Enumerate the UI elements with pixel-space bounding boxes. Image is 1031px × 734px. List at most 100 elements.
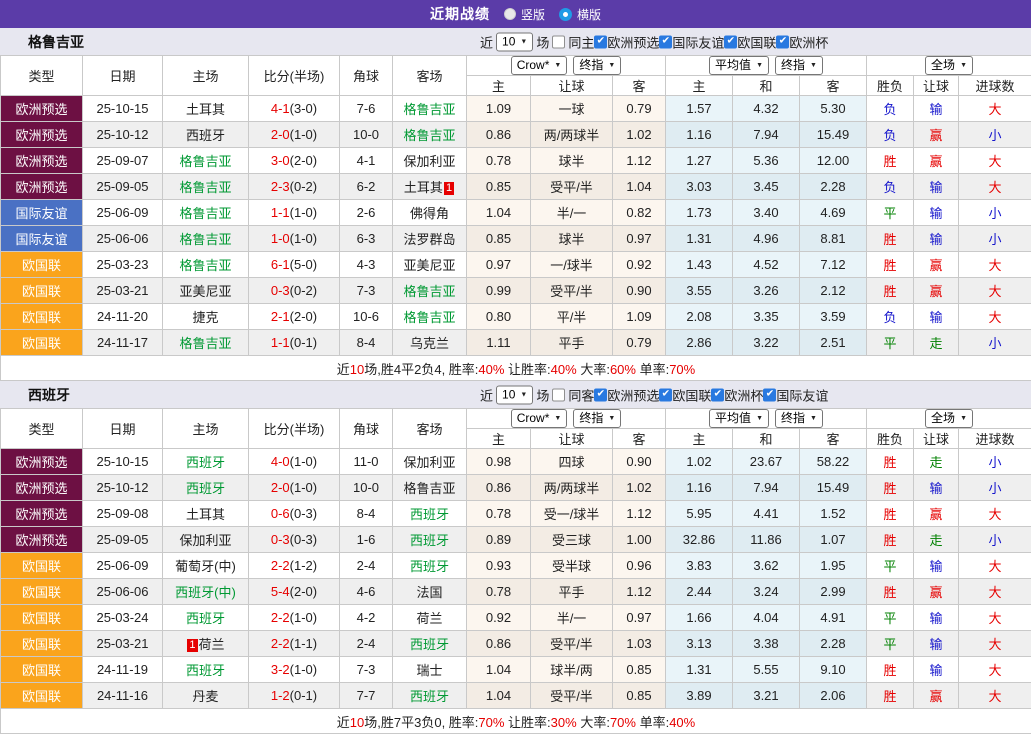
final-index-select[interactable]: 终指▼	[573, 409, 621, 428]
away-team-cell: 西班牙	[393, 553, 467, 579]
handicap-home-odds: 0.85	[467, 174, 531, 200]
same-venue-checkbox[interactable]	[552, 388, 565, 401]
average-select[interactable]: 平均值▼	[709, 56, 769, 75]
filter-controls: 近10▼场同主✔欧洲预选✔国际友谊✔欧国联✔欧洲杯	[480, 32, 828, 51]
home-team-cell: 西班牙(中)	[163, 579, 249, 605]
away-team-name: 保加利亚	[403, 455, 455, 470]
handicap-odds-group-header: Crow*▼ 终指▼	[467, 409, 666, 429]
home-team-name: 西班牙(中)	[175, 585, 236, 600]
col-header: 客场	[393, 56, 467, 96]
league-filter-checkbox[interactable]: ✔	[724, 35, 737, 48]
fulltime-score: 0-3	[271, 283, 290, 298]
team-name: 格鲁吉亚	[28, 32, 84, 52]
period-select[interactable]: 全场▼	[925, 409, 973, 428]
corners-cell: 8-4	[340, 501, 393, 527]
fulltime-score: 2-0	[271, 480, 290, 495]
recent-count-select[interactable]: 10▼	[496, 385, 533, 404]
result-handicap: 输	[914, 96, 959, 122]
odds-home: 3.03	[666, 174, 733, 200]
handicap-line: 受一/球半	[531, 501, 613, 527]
result-handicap: 赢	[914, 122, 959, 148]
summary-segment: 让胜率:	[504, 362, 550, 377]
same-venue-checkbox[interactable]	[552, 35, 565, 48]
odds-home: 3.83	[666, 553, 733, 579]
final-index-select[interactable]: 终指▼	[775, 409, 823, 428]
odds-draw: 3.35	[733, 304, 800, 330]
home-team-cell: 保加利亚	[163, 527, 249, 553]
home-team-name: 土耳其	[186, 507, 225, 522]
league-filter-checkbox[interactable]: ✔	[594, 388, 607, 401]
home-team-cell: 格鲁吉亚	[163, 226, 249, 252]
handicap-home-odds: 0.97	[467, 252, 531, 278]
handicap-line: 球半	[531, 148, 613, 174]
handicap-home-odds: 1.11	[467, 330, 531, 356]
average-select[interactable]: 平均值▼	[709, 409, 769, 428]
result-handicap: 走	[914, 449, 959, 475]
fulltime-score: 3-2	[271, 662, 290, 677]
recent-count-select-value: 10	[502, 34, 515, 49]
final-index-select[interactable]: 终指▼	[775, 56, 823, 75]
corners-cell: 4-6	[340, 579, 393, 605]
layout-radio-horizontal[interactable]: 横版	[559, 6, 601, 23]
handicap-line: 受平/半	[531, 278, 613, 304]
radio-icon[interactable]	[559, 8, 572, 21]
league-filter-checkbox[interactable]: ✔	[763, 388, 776, 401]
league-filter-checkbox[interactable]: ✔	[659, 388, 672, 401]
halftime-score: (1-0)	[290, 454, 317, 469]
result-handicap: 走	[914, 330, 959, 356]
match-type-badge: 欧国联	[1, 683, 83, 709]
final-index-select[interactable]: 终指▼	[573, 56, 621, 75]
league-filter-checkbox[interactable]: ✔	[659, 35, 672, 48]
date-cell: 25-10-15	[83, 449, 163, 475]
handicap-home-odds: 0.86	[467, 475, 531, 501]
handicap-line: 两/两球半	[531, 475, 613, 501]
league-filter-checkbox[interactable]: ✔	[776, 35, 789, 48]
handicap-line: 平手	[531, 330, 613, 356]
result-wdl: 胜	[867, 252, 914, 278]
bookmaker-select[interactable]: Crow*▼	[511, 409, 568, 428]
home-team-cell: 格鲁吉亚	[163, 330, 249, 356]
recent-count-select[interactable]: 10▼	[496, 32, 533, 51]
sub-col-header: 客	[800, 429, 867, 449]
summary-segment: 大率:	[577, 715, 610, 730]
home-team-name: 保加利亚	[179, 533, 231, 548]
date-cell: 25-03-21	[83, 631, 163, 657]
handicap-home-odds: 0.92	[467, 605, 531, 631]
corners-cell: 10-0	[340, 122, 393, 148]
chevron-down-icon: ▼	[520, 387, 527, 402]
odds-away: 12.00	[800, 148, 867, 174]
odds-draw: 5.55	[733, 657, 800, 683]
bookmaker-select[interactable]: Crow*▼	[511, 56, 568, 75]
chevron-down-icon: ▼	[756, 411, 763, 426]
period-select[interactable]: 全场▼	[925, 56, 973, 75]
date-cell: 25-10-12	[83, 122, 163, 148]
chevron-down-icon: ▼	[756, 58, 763, 73]
league-filter-checkbox[interactable]: ✔	[711, 388, 724, 401]
score-cell: 1-2(0-1)	[249, 683, 340, 709]
summary-segment: 30%	[551, 715, 577, 730]
result-goals: 大	[959, 631, 1031, 657]
result-wdl: 负	[867, 174, 914, 200]
team-name: 西班牙	[28, 385, 70, 405]
radio-icon[interactable]	[504, 8, 516, 20]
away-team-name: 格鲁吉亚	[403, 128, 455, 143]
odds-draw: 3.26	[733, 278, 800, 304]
corners-cell: 10-0	[340, 475, 393, 501]
odds-home: 1.31	[666, 226, 733, 252]
date-cell: 25-06-06	[83, 226, 163, 252]
away-team-cell: 乌克兰	[393, 330, 467, 356]
home-team-cell: 捷克	[163, 304, 249, 330]
col-header: 角球	[340, 409, 393, 449]
league-filter-checkbox[interactable]: ✔	[594, 35, 607, 48]
league-filter-label: 欧国联	[737, 32, 776, 51]
result-handicap: 赢	[914, 278, 959, 304]
handicap-home-odds: 0.85	[467, 226, 531, 252]
corners-cell: 8-4	[340, 330, 393, 356]
fulltime-score: 4-0	[271, 454, 290, 469]
section-filter-row: 西班牙近10▼场同客✔欧洲预选✔欧国联✔欧洲杯✔国际友谊	[0, 381, 1031, 408]
match-row: 国际友谊25-06-06格鲁吉亚1-0(1-0)6-3法罗群岛0.85球半0.9…	[1, 226, 1031, 252]
result-wdl: 胜	[867, 657, 914, 683]
layout-radio-vertical[interactable]: 竖版	[504, 6, 545, 23]
match-row: 欧国联24-11-20捷克2-1(2-0)10-6格鲁吉亚0.80平/半1.09…	[1, 304, 1031, 330]
score-cell: 3-2(1-0)	[249, 657, 340, 683]
